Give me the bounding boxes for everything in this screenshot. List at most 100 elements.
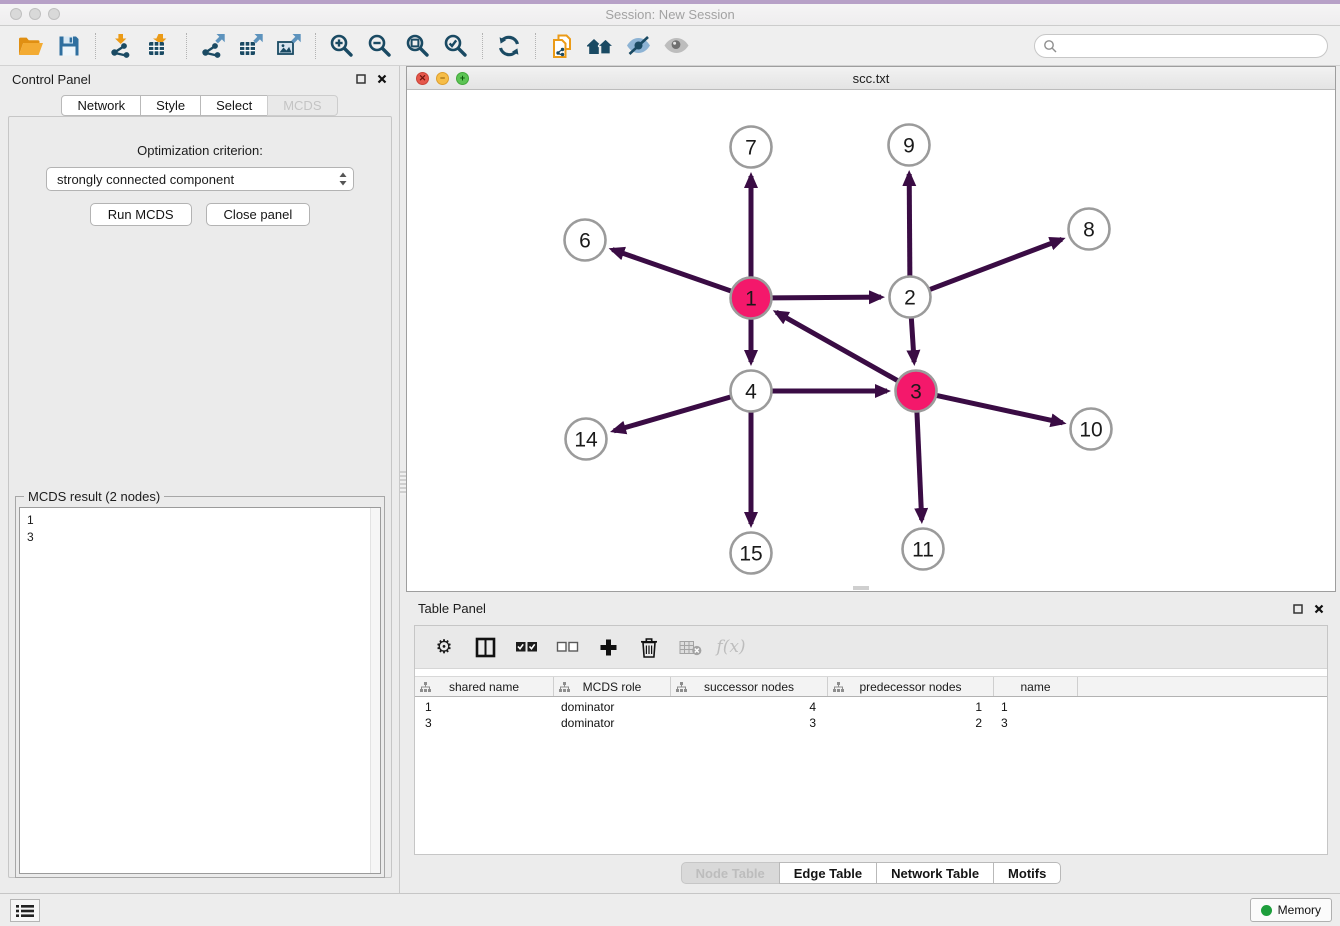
memory-button[interactable]: Memory [1250,898,1332,922]
eye-slash-button[interactable] [619,30,657,62]
zoom-selected-button[interactable] [437,30,475,62]
table-cell: 3 [994,716,1078,730]
network-graph: 7 9 6 8 1 2 4 3 14 10 15 11 [407,91,1335,592]
image-export-button[interactable] [270,30,308,62]
network-zoom-button[interactable]: + [456,72,469,85]
mcds-result-list[interactable]: 13 [19,507,381,874]
refresh-button[interactable] [490,30,528,62]
column-header-predecessor-nodes[interactable]: predecessor nodes [828,677,994,696]
run-mcds-button[interactable]: Run MCDS [90,203,192,226]
table-cell: 4 [671,700,828,714]
zoom-selected-icon [443,33,469,59]
network-minimize-button[interactable]: − [436,72,449,85]
edge-2-8[interactable] [930,239,1062,289]
houses-button[interactable] [581,30,619,62]
optimization-criterion-value: strongly connected component [57,172,234,187]
close-panel-button[interactable] [377,74,387,84]
table-row[interactable]: 1dominator411 [415,699,1327,715]
column-header-MCDS-role[interactable]: MCDS role [554,677,671,696]
minimize-window-button[interactable] [29,8,41,20]
zoom-in-button[interactable] [323,30,361,62]
control-panel-header: Control Panel [0,66,399,92]
eye-button[interactable] [657,30,695,62]
edge-4-14[interactable] [614,397,731,431]
tab-mcds[interactable]: MCDS [267,95,337,116]
node-15[interactable]: 15 [731,533,772,574]
network-import-button[interactable] [103,30,141,62]
unchecked-boxes-button[interactable] [554,633,580,661]
network-window-controls: ✕ − + [416,72,469,85]
edge-1-2[interactable] [772,297,881,298]
mcds-result-title: MCDS result (2 nodes) [24,489,164,504]
column-layout-button[interactable] [472,633,498,661]
tab-node-table[interactable]: Node Table [681,862,780,884]
close-panel-action-button[interactable]: Close panel [206,203,311,226]
table-row[interactable]: 3dominator323 [415,715,1327,731]
image-export-icon [276,33,303,59]
tab-network-table[interactable]: Network Table [876,862,994,884]
close-window-button[interactable] [10,8,22,20]
trash-button[interactable] [636,633,662,661]
gear-button[interactable]: ⚙ [431,633,457,661]
plus-button[interactable] [595,633,621,661]
float-panel-button[interactable] [356,74,366,84]
fx-button[interactable]: f(x) [718,633,744,661]
tab-style[interactable]: Style [140,95,201,116]
zoom-fit-button[interactable] [399,30,437,62]
folder-open-button[interactable] [12,30,50,62]
search-input[interactable] [1062,39,1319,53]
edge-3-1[interactable] [776,312,897,380]
tab-select[interactable]: Select [200,95,268,116]
edge-3-11[interactable] [917,412,922,520]
toolbar-separator [535,33,536,59]
network-export-button[interactable] [194,30,232,62]
hierarchy-icon [676,682,687,693]
tab-network[interactable]: Network [61,95,141,116]
node-2[interactable]: 2 [890,277,931,318]
float-table-panel-button[interactable] [1293,604,1303,614]
node-8[interactable]: 8 [1069,209,1110,250]
column-header-name[interactable]: name [994,677,1078,696]
node-14[interactable]: 14 [566,419,607,460]
close-icon [1314,604,1324,614]
tab-motifs[interactable]: Motifs [993,862,1061,884]
table-export-button[interactable] [232,30,270,62]
zoom-window-button[interactable] [48,8,60,20]
edge-1-6[interactable] [612,250,731,292]
copy-documents-button[interactable] [543,30,581,62]
floppy-save-button[interactable] [50,30,88,62]
network-canvas[interactable]: 7 9 6 8 1 2 4 3 14 10 15 11 [407,91,1335,591]
toolbar-separator [186,33,187,59]
task-history-button[interactable] [10,899,40,922]
node-4[interactable]: 4 [731,371,772,412]
delete-table-button[interactable] [677,633,703,661]
node-11[interactable]: 11 [903,529,944,570]
hierarchy-icon [420,682,431,693]
close-table-panel-button[interactable] [1314,604,1324,614]
node-6[interactable]: 6 [565,220,606,261]
tab-edge-table[interactable]: Edge Table [779,862,877,884]
column-header-shared-name[interactable]: shared name [415,677,554,696]
node-10[interactable]: 10 [1071,409,1112,450]
table-import-button[interactable] [141,30,179,62]
node-1[interactable]: 1 [731,278,772,319]
horizontal-scrollbar-thumb[interactable] [853,586,869,590]
edge-3-10[interactable] [937,395,1063,422]
search-box[interactable] [1034,34,1328,58]
column-header-successor-nodes[interactable]: successor nodes [671,677,828,696]
panel-divider-grip[interactable] [400,471,406,495]
table-cell: 3 [671,716,828,730]
network-close-button[interactable]: ✕ [416,72,429,85]
edge-2-9[interactable] [909,174,910,276]
network-window-titlebar[interactable]: ✕ − + scc.txt [407,67,1335,90]
node-3[interactable]: 3 [896,371,937,412]
delete-table-icon [679,639,702,656]
table-cell: 1 [828,700,994,714]
checked-boxes-button[interactable] [513,633,539,661]
optimization-criterion-select[interactable]: strongly connected component [46,167,354,191]
edge-2-3[interactable] [911,318,914,362]
zoom-out-button[interactable] [361,30,399,62]
node-9[interactable]: 9 [889,125,930,166]
mcds-result-scrollbar[interactable] [370,508,380,873]
node-7[interactable]: 7 [731,127,772,168]
